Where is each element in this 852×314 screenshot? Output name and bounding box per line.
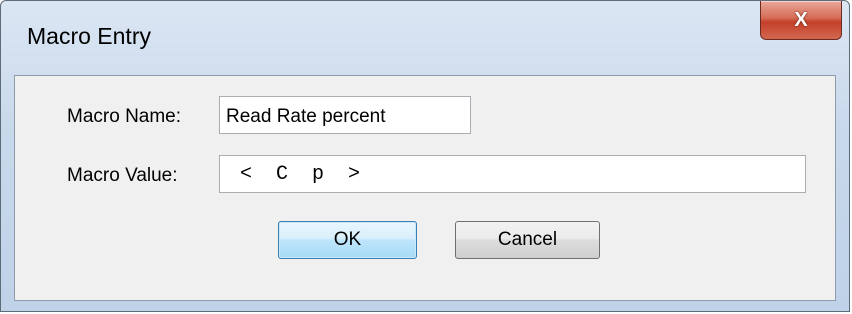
window-title: Macro Entry [27, 23, 151, 49]
macro-name-label: Macro Name: [67, 106, 182, 127]
macro-entry-dialog: Macro Entry X Macro Name: Read Rate perc… [0, 0, 850, 312]
ok-button[interactable]: OK [278, 221, 417, 259]
macro-value-label: Macro Value: [67, 165, 178, 186]
macro-value-input[interactable]: < C p > [219, 155, 806, 193]
cancel-button[interactable]: Cancel [455, 221, 600, 259]
macro-name-input[interactable]: Read Rate percent [219, 96, 471, 134]
title-bar[interactable]: Macro Entry X [1, 1, 849, 75]
close-button[interactable]: X [760, 1, 842, 40]
close-icon: X [794, 8, 808, 31]
dialog-body: Macro Name: Read Rate percent Macro Valu… [14, 75, 836, 301]
